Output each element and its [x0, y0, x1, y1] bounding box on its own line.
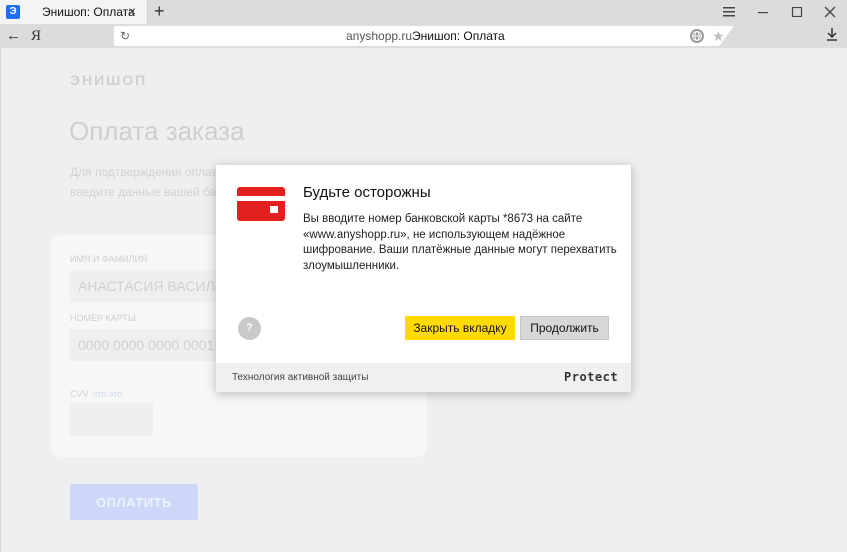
- page-subtitle-line1: Для подтверждения оплаты: [70, 165, 220, 179]
- browser-tab[interactable]: Э Энишоп: Оплата ×: [0, 0, 148, 24]
- bookmark-star-icon[interactable]: ★: [712, 27, 725, 45]
- tab-close-icon[interactable]: ×: [128, 3, 136, 19]
- pay-button[interactable]: ОПЛАТИТЬ: [70, 484, 198, 520]
- new-tab-icon[interactable]: +: [154, 1, 165, 21]
- tab-title: Энишоп: Оплата: [42, 5, 135, 19]
- minimize-icon[interactable]: [746, 0, 780, 24]
- site-info-globe-icon[interactable]: [690, 29, 704, 43]
- active-protection-text: Технология активной защиты: [232, 372, 369, 383]
- security-warning-dialog: Будьте осторожны Вы вводите номер банков…: [216, 165, 631, 392]
- cvv-hint-link[interactable]: что это: [93, 389, 123, 399]
- close-tab-button[interactable]: Закрыть вкладку: [405, 316, 515, 340]
- back-arrow-icon[interactable]: ←: [6, 27, 21, 45]
- download-icon[interactable]: [826, 27, 838, 46]
- dialog-footer: Технология активной защиты Protect: [216, 363, 631, 392]
- cvv-field[interactable]: [70, 403, 153, 436]
- address-bar[interactable]: ↻ anyshopp.ru Энишоп: Оплата ★: [114, 26, 734, 46]
- name-label: ИМЯ И ФАМИЛИЯ: [70, 254, 148, 264]
- yandex-favicon-icon: Э: [6, 5, 20, 19]
- address-domain: anyshopp.ru: [346, 29, 413, 43]
- cvv-label-text: CVV: [70, 389, 89, 399]
- help-icon[interactable]: ?: [238, 317, 261, 340]
- browser-titlebar: Э Энишоп: Оплата × +: [0, 0, 847, 24]
- browser-navbar: ← Я ↻ anyshopp.ru Энишоп: Оплата ★: [0, 24, 847, 48]
- maximize-icon[interactable]: [780, 0, 814, 24]
- page-subtitle: Для подтверждения оплаты введите данные …: [70, 162, 220, 202]
- window-close-icon[interactable]: [813, 0, 847, 24]
- cvv-label: CVV что это: [70, 389, 122, 399]
- card-number-field[interactable]: 0000 0000 0000 0001: [70, 329, 240, 361]
- address-page-title: Энишоп: Оплата: [412, 29, 505, 43]
- card-number-label: НОМЕР КАРТЫ: [70, 313, 136, 323]
- name-field[interactable]: АНАСТАСИЯ ВАСИЛЬЕВА: [70, 270, 240, 302]
- browser-menu-icon[interactable]: [712, 0, 746, 24]
- page-subtitle-line2: введите данные вашей банковской карты: [70, 185, 220, 199]
- shop-logo[interactable]: ЭНИШОП: [70, 72, 147, 88]
- card-stripe: [237, 196, 285, 201]
- yandex-logo-icon[interactable]: Я: [31, 27, 41, 45]
- reload-icon[interactable]: ↻: [120, 28, 130, 44]
- page-title: Оплата заказа: [69, 116, 245, 146]
- continue-button[interactable]: Продолжить: [520, 316, 609, 340]
- credit-card-icon: [237, 187, 285, 221]
- dialog-message: Вы вводите номер банковской карты *8673 …: [303, 213, 617, 272]
- dialog-title: Будьте осторожны: [303, 184, 431, 201]
- protect-logo: Protect: [564, 370, 619, 384]
- card-chip: [270, 206, 278, 213]
